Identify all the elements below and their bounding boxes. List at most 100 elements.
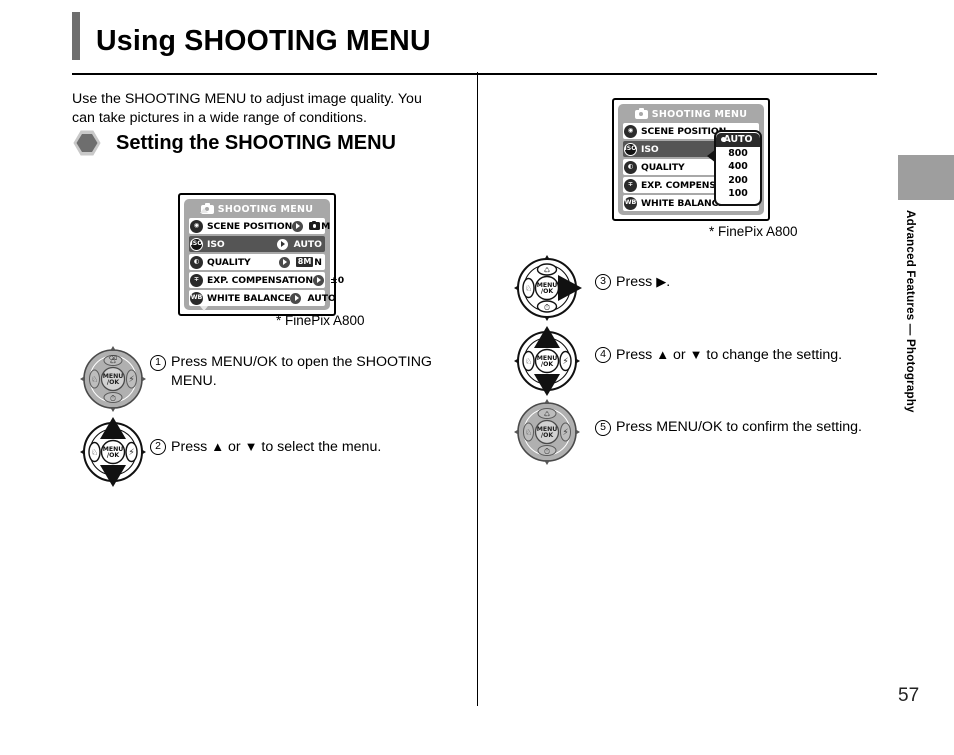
iso-icon: ISO <box>190 237 203 251</box>
iso-option-400[interactable]: 400 <box>716 160 760 174</box>
white-balance-icon: WB <box>624 196 637 210</box>
svg-text:♘: ♘ <box>91 448 98 457</box>
up-arrow-icon: ▲ <box>211 439 225 454</box>
dropdown-pointer-icon <box>707 149 716 163</box>
svg-text:/OK: /OK <box>541 432 554 439</box>
svg-text:⏱: ⏱ <box>544 447 550 456</box>
controller-graphic-step1: ⌫ ♺ ⚡ ♘ ⏱ MENU /OK <box>78 344 148 414</box>
menu-row-value-group: AUTO <box>276 238 325 250</box>
camera-icon <box>634 107 648 119</box>
white-balance-icon: WB <box>190 291 203 305</box>
exposure-compensation-icon: ∓ <box>190 273 203 287</box>
svg-text:/OK: /OK <box>541 361 554 368</box>
lcd-inner-2: SHOOTING MENU ◉ SCENE POSITION ISO ISO ◐… <box>618 104 764 215</box>
intro-paragraph: Use the SHOOTING MENU to adjust image qu… <box>72 91 422 127</box>
step-number: 3 <box>595 274 611 290</box>
right-arrow-icon <box>313 274 324 286</box>
section-heading-text: Setting the SHOOTING MENU <box>116 131 396 154</box>
menu-row-value-text: M <box>321 220 331 232</box>
menu-row-value-group: AUTO <box>290 292 338 304</box>
step-text-before: Press <box>616 347 657 363</box>
step-text-mid: or <box>669 347 690 363</box>
lcd-inner-1: SHOOTING MENU ◉ SCENE POSITION M ISO ISO… <box>184 199 344 311</box>
quality-size-badge: 8M <box>295 257 314 267</box>
svg-text:⚡: ⚡ <box>128 375 134 385</box>
menu-row-label: EXP. COMPENSATION <box>207 274 313 286</box>
title-accent-bar <box>72 12 80 60</box>
quality-icon: ◐ <box>624 160 637 174</box>
step-4: 4 Press ▲ or ▼ to change the setting. <box>595 345 895 365</box>
exposure-compensation-icon: ∓ <box>624 178 637 192</box>
step-text: Press ▲ or ▼ to select the menu. <box>171 437 381 457</box>
quality-icon: ◐ <box>190 255 203 269</box>
menu-row-label: QUALITY <box>641 161 685 173</box>
svg-text:♘: ♘ <box>525 284 532 293</box>
menu-row-exposure-compensation[interactable]: ∓ EXP. COMPENSATION ±0 <box>189 272 344 288</box>
svg-text:♺: ♺ <box>544 411 550 419</box>
right-arrow-icon <box>276 238 288 250</box>
column-divider <box>477 72 478 706</box>
page-title: Using SHOOTING MENU <box>96 25 431 57</box>
side-tab-block <box>898 155 954 200</box>
right-arrow-icon <box>278 256 290 268</box>
iso-options-dropdown[interactable]: AUTO 800 400 200 100 <box>707 130 762 206</box>
menu-row-quality[interactable]: ◐ QUALITY 8M N <box>189 254 325 270</box>
step-5: 5 Press MENU/OK to confirm the setting. <box>595 418 905 437</box>
iso-option-label: AUTO <box>723 134 753 145</box>
step-text: Press MENU/OK to confirm the setting. <box>616 419 862 435</box>
iso-option-auto[interactable]: AUTO <box>716 133 760 147</box>
step-text-after: to change the setting. <box>702 347 843 363</box>
controller-graphic-step2: ⚡ ♘ MENU /OK <box>78 414 148 490</box>
step-number: 4 <box>595 347 611 363</box>
right-arrow-icon <box>290 292 302 304</box>
side-tab-label: Advanced Features — Photography <box>904 210 917 413</box>
quality-suffix: N <box>314 256 322 268</box>
lcd-header-1: SHOOTING MENU <box>189 202 325 216</box>
step-text: Press MENU/OK to open the SHOOTING MENU. <box>171 354 432 389</box>
svg-text:♺: ♺ <box>110 358 116 366</box>
step-text-before: Press <box>171 439 212 455</box>
controller-graphic-step4: ⚡ ♘ MENU /OK <box>512 323 582 399</box>
menu-row-label: WHITE BALANCE <box>207 292 291 304</box>
scroll-down-icon <box>200 306 208 311</box>
menu-row-label: ISO <box>207 238 225 250</box>
lcd-header-title: SHOOTING MENU <box>651 108 748 120</box>
menu-row-iso[interactable]: ISO ISO AUTO <box>189 236 325 252</box>
svg-text:♺: ♺ <box>544 267 550 275</box>
step-text-mid: or <box>224 439 245 455</box>
svg-text:♘: ♘ <box>525 357 532 366</box>
down-arrow-icon: ▼ <box>244 439 258 454</box>
page-header: Using SHOOTING MENU <box>72 12 877 75</box>
menu-row-label: QUALITY <box>207 256 251 268</box>
right-arrow-icon <box>292 220 304 232</box>
scroll-up-icon <box>200 208 208 213</box>
step-number: 5 <box>595 420 611 436</box>
up-arrow-icon: ▲ <box>656 347 670 362</box>
menu-row-value-group: ±0 <box>313 274 347 286</box>
step-3: 3 Press ▶. <box>595 272 895 292</box>
step-number: 2 <box>150 439 166 455</box>
lcd-screen-shooting-menu: SHOOTING MENU ◉ SCENE POSITION M ISO ISO… <box>178 193 344 316</box>
svg-text:⚡: ⚡ <box>562 357 568 367</box>
lcd-header-title: SHOOTING MENU <box>217 203 314 215</box>
menu-row-value: ±0 <box>330 274 345 286</box>
svg-text:/OK: /OK <box>541 288 554 295</box>
menu-row-white-balance[interactable]: WB WHITE BALANCE AUTO <box>189 290 336 306</box>
lcd-screen-iso-dropdown: SHOOTING MENU ◉ SCENE POSITION ISO ISO ◐… <box>612 98 770 221</box>
menu-row-value: AUTO <box>293 238 322 250</box>
camera-mode-icon <box>309 220 321 230</box>
page-number: 57 <box>898 685 920 706</box>
right-arrow-icon: ▶ <box>656 274 667 289</box>
step-text: Press ▲ or ▼ to change the setting. <box>616 345 842 365</box>
menu-row-value-group: 8M N <box>278 256 325 268</box>
iso-option-100[interactable]: 100 <box>716 187 760 201</box>
step-text-after: . <box>666 274 671 290</box>
step-text: Press ▶. <box>616 272 670 292</box>
menu-row-label: WHITE BALANCE <box>641 197 725 209</box>
menu-row-scene-position[interactable]: ◉ SCENE POSITION M <box>189 218 330 234</box>
controller-graphic-step3: ♺ ♘ ⏱ MENU /OK <box>512 252 588 324</box>
iso-option-200[interactable]: 200 <box>716 174 760 188</box>
scene-position-icon: ◉ <box>190 219 203 233</box>
iso-option-800[interactable]: 800 <box>716 147 760 161</box>
menu-row-label: ISO <box>641 143 659 155</box>
